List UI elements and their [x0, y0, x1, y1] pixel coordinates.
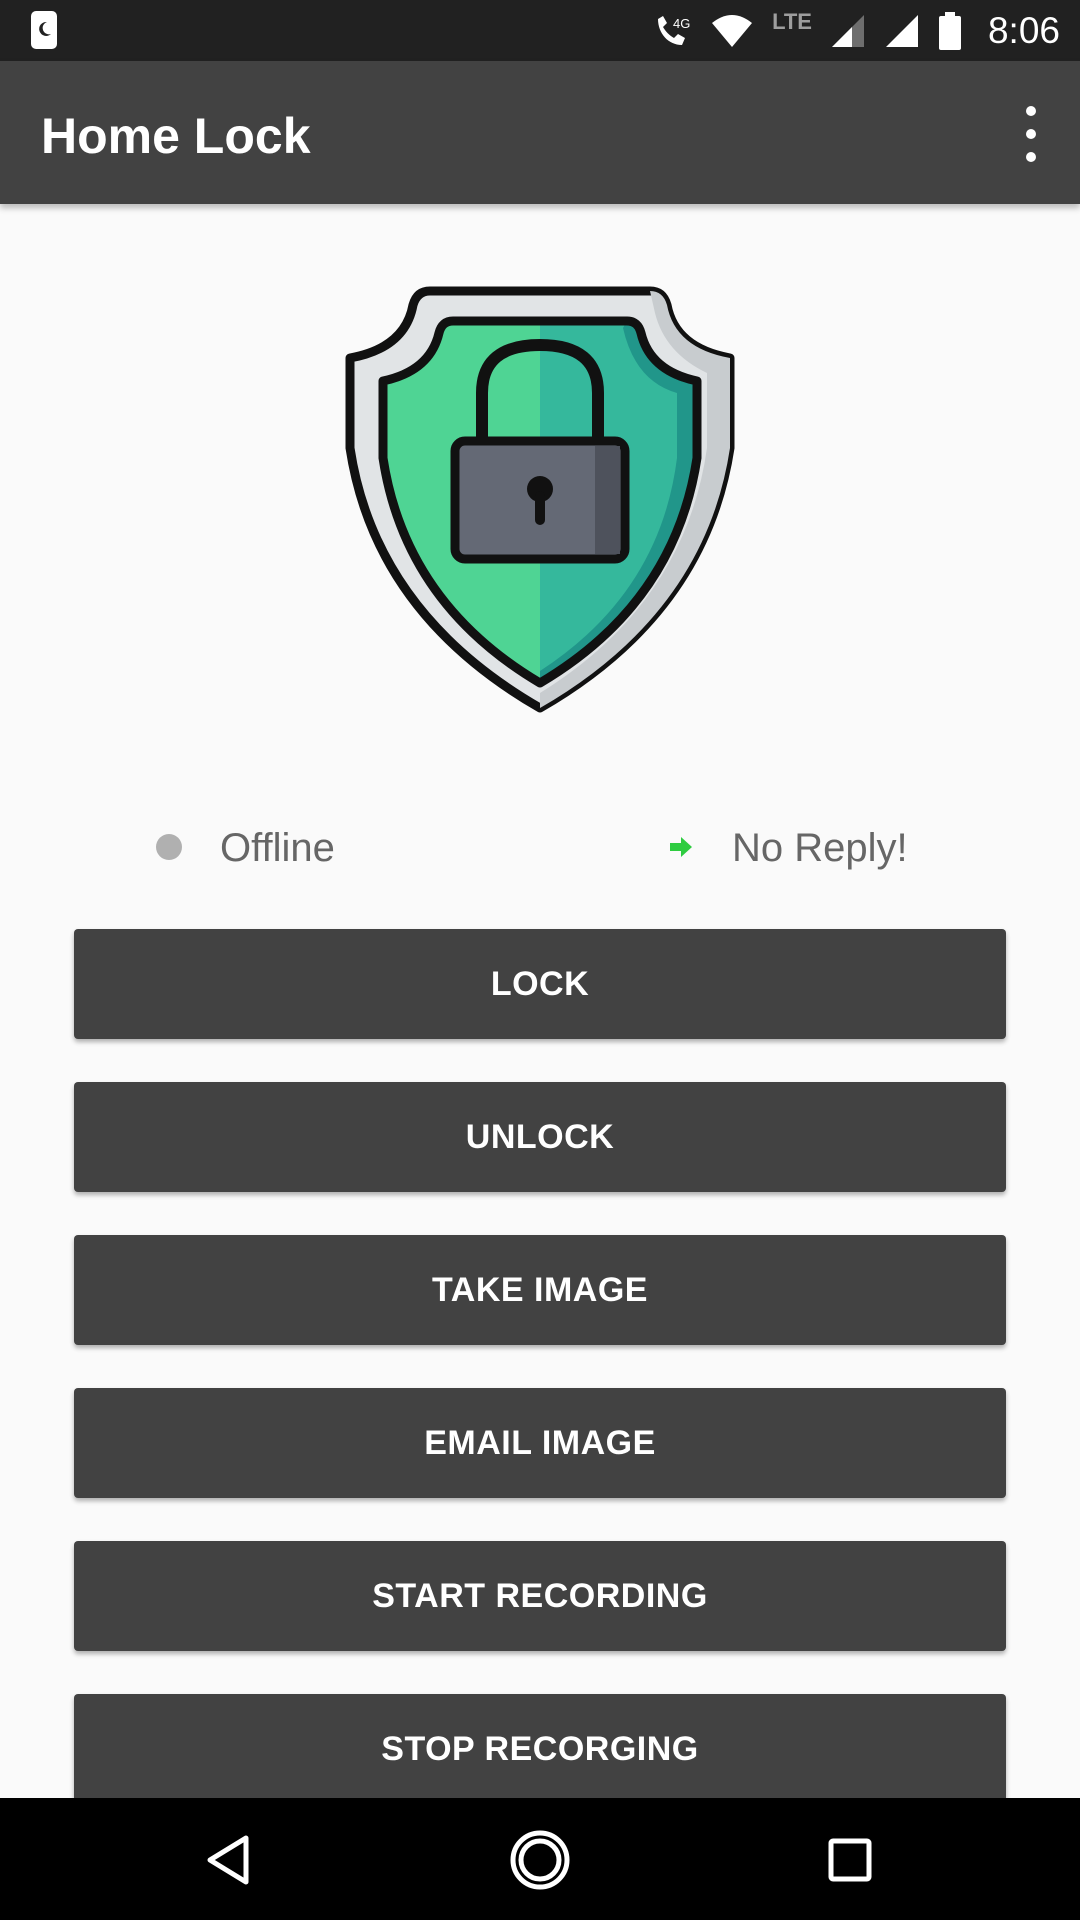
call-badge: 4G	[673, 16, 690, 31]
reply-status-label: No Reply!	[732, 826, 908, 870]
connection-status-dot	[156, 834, 182, 860]
more-vert-icon[interactable]	[1016, 106, 1046, 162]
home-icon[interactable]	[508, 1828, 572, 1892]
email-image-button[interactable]: EMAIL IMAGE	[74, 1388, 1006, 1498]
take-image-button[interactable]: TAKE IMAGE	[74, 1235, 1006, 1345]
battery-icon	[938, 11, 961, 50]
start-recording-button[interactable]: START RECORDING	[74, 1541, 1006, 1651]
clock: 8:06	[987, 9, 1060, 51]
signal-icon	[831, 14, 864, 47]
shield-lock-icon	[345, 286, 735, 713]
status-row: Offline No Reply!	[0, 820, 1080, 876]
unlock-button[interactable]: UNLOCK	[74, 1082, 1006, 1192]
notification-icon	[31, 11, 57, 49]
network-label: LTE	[772, 8, 812, 34]
status-bar: 4G LTE 8:06	[0, 0, 1080, 61]
app-title: Home Lock	[41, 108, 311, 164]
back-icon[interactable]	[198, 1828, 262, 1892]
arrow-right-icon	[670, 837, 692, 857]
screen: 4G LTE 8:06 Home Lock Offline No Reply! …	[0, 0, 1080, 1920]
wifi-call-icon: 4G	[658, 15, 690, 45]
connection-status-label: Offline	[220, 826, 335, 870]
wifi-icon	[712, 14, 753, 47]
lock-button[interactable]: LOCK	[74, 929, 1006, 1039]
status-icons: 4G LTE 8:06	[652, 0, 1060, 61]
recents-icon[interactable]	[818, 1828, 882, 1892]
navigation-bar	[0, 1798, 1080, 1920]
stop-recording-button[interactable]: STOP RECORGING	[74, 1694, 1006, 1804]
signal-icon-2	[885, 14, 918, 47]
app-bar: Home Lock	[0, 61, 1080, 204]
